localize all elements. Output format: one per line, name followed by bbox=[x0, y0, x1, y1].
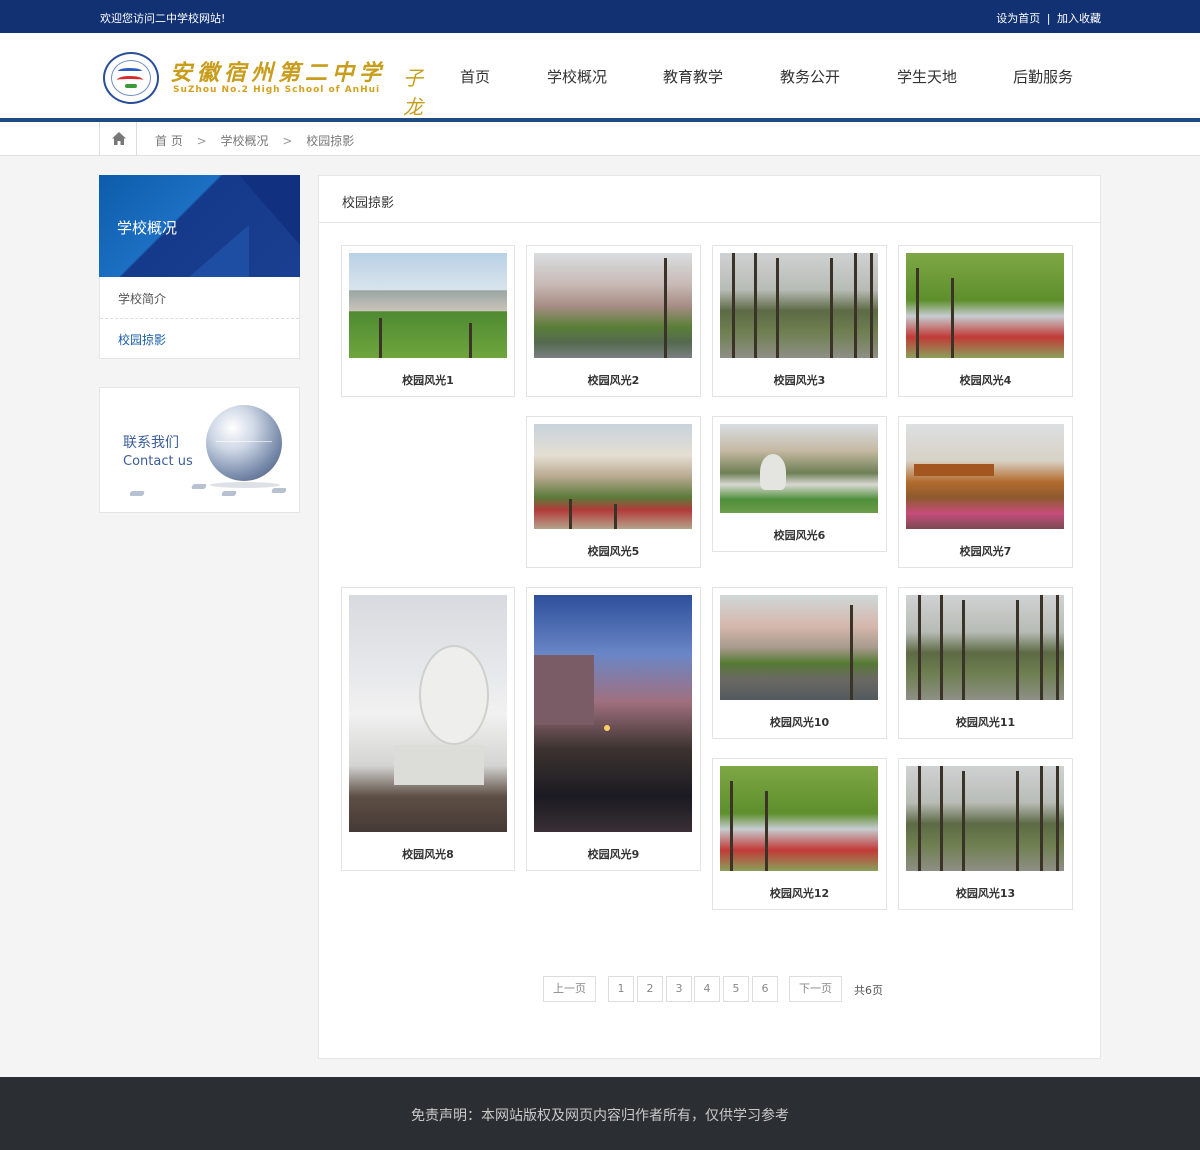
gallery-photo bbox=[349, 595, 507, 832]
gallery-caption: 校园风光7 bbox=[959, 545, 1012, 558]
gallery-photo bbox=[349, 253, 507, 358]
footer-disclaimer: 免责声明：本网站版权及网页内容归作者所有，仅供学习参考 bbox=[411, 1108, 789, 1124]
gallery-caption: 校园风光6 bbox=[773, 529, 826, 542]
gallery-caption: 校园风光13 bbox=[955, 887, 1016, 900]
contact-label-en: Contact us bbox=[123, 454, 193, 469]
home-icon bbox=[112, 132, 126, 145]
breadcrumb-overview[interactable]: 学校概况 bbox=[221, 134, 269, 148]
sidebar-item-campus-photos[interactable]: 校园掠影 bbox=[118, 331, 166, 348]
gallery-caption: 校园风光5 bbox=[587, 545, 640, 558]
nav-item-home[interactable]: 首页 bbox=[460, 66, 490, 87]
gallery-caption: 校园风光3 bbox=[773, 374, 826, 387]
page-total: 共6页 bbox=[854, 984, 883, 997]
top-links: 设为首页 | 加入收藏 bbox=[996, 10, 1101, 26]
sidebar-menu: 学校简介 校园掠影 bbox=[99, 277, 300, 359]
add-favorite-link[interactable]: 加入收藏 bbox=[1057, 12, 1101, 25]
breadcrumb: 首 页 > 学校概况 > 校园掠影 bbox=[155, 132, 354, 149]
site-footer: 免责声明：本网站版权及网页内容归作者所有，仅供学习参考 bbox=[0, 1077, 1200, 1150]
breadcrumb-current[interactable]: 校园掠影 bbox=[306, 134, 354, 148]
gallery-caption: 校园风光1 bbox=[402, 374, 454, 387]
prev-page-button[interactable]: 上一页 bbox=[543, 976, 596, 1002]
gallery-photo bbox=[720, 595, 878, 700]
gallery-caption: 校园风光10 bbox=[769, 716, 830, 729]
gallery-item[interactable]: 校园风光13 bbox=[898, 758, 1073, 910]
contact-label-cn: 联系我们 bbox=[123, 435, 179, 451]
page-3-button[interactable]: 3 bbox=[666, 976, 692, 1002]
sidebar-divider bbox=[100, 318, 299, 319]
breadcrumb-separator: > bbox=[282, 134, 293, 148]
gallery-photo bbox=[720, 424, 878, 513]
gallery-item[interactable]: 校园风光11 bbox=[898, 587, 1073, 739]
gallery-item[interactable]: 校园风光8 bbox=[341, 587, 515, 871]
top-bar: 欢迎您访问二中学校网站! 设为首页 | 加入收藏 bbox=[0, 0, 1200, 33]
contact-us-banner[interactable]: 联系我们 Contact us bbox=[99, 387, 300, 513]
page-2-button[interactable]: 2 bbox=[637, 976, 663, 1002]
panel-title-divider bbox=[319, 222, 1100, 223]
gallery-photo bbox=[534, 424, 692, 529]
gallery-caption: 校园风光8 bbox=[402, 848, 454, 861]
gallery-item[interactable]: 校园风光4 bbox=[898, 245, 1073, 397]
top-links-separator: | bbox=[1046, 12, 1051, 25]
welcome-text: 欢迎您访问二中学校网站! bbox=[100, 12, 226, 25]
nav-item-logistics[interactable]: 后勤服务 bbox=[1013, 66, 1073, 87]
page-4-button[interactable]: 4 bbox=[694, 976, 720, 1002]
calligraphy-signature: 子龙 bbox=[403, 66, 423, 119]
gallery-photo bbox=[534, 595, 692, 832]
gallery-item[interactable]: 校园风光1 bbox=[341, 245, 515, 397]
gallery-photo bbox=[534, 253, 692, 358]
gallery-item[interactable]: 校园风光5 bbox=[526, 416, 701, 568]
sidebar-header: 学校概况 bbox=[99, 175, 300, 277]
set-home-link[interactable]: 设为首页 bbox=[996, 12, 1040, 25]
breadcrumb-home-button[interactable] bbox=[99, 122, 137, 156]
gallery-item[interactable]: 校园风光10 bbox=[712, 587, 887, 739]
gallery-photo bbox=[906, 253, 1064, 358]
gallery-photo bbox=[906, 424, 1064, 529]
gallery-item[interactable]: 校园风光9 bbox=[526, 587, 701, 871]
gallery-photo bbox=[906, 595, 1064, 700]
site-header: 安徽宿州第二中学 SuZhou No.2 High School of AnHu… bbox=[0, 33, 1200, 120]
nav-item-overview[interactable]: 学校概况 bbox=[547, 66, 607, 87]
gallery-photo bbox=[720, 253, 878, 358]
sidebar-title: 学校概况 bbox=[117, 219, 178, 237]
school-name-en: SuZhou No.2 High School of AnHui bbox=[173, 85, 381, 95]
next-page-button[interactable]: 下一页 bbox=[789, 976, 842, 1002]
page-5-button[interactable]: 5 bbox=[723, 976, 749, 1002]
gallery-caption: 校园风光9 bbox=[587, 848, 640, 861]
page-6-button[interactable]: 6 bbox=[752, 976, 778, 1002]
globe-icon bbox=[206, 405, 282, 481]
gallery-caption: 校园风光11 bbox=[955, 716, 1016, 729]
page-1-button[interactable]: 1 bbox=[608, 976, 634, 1002]
nav-item-students[interactable]: 学生天地 bbox=[897, 66, 957, 87]
gallery-item[interactable]: 校园风光2 bbox=[526, 245, 701, 397]
gallery-caption: 校园风光12 bbox=[769, 887, 830, 900]
panel-title: 校园掠影 bbox=[342, 196, 395, 211]
breadcrumb-home[interactable]: 首 页 bbox=[155, 134, 183, 148]
breadcrumb-separator: > bbox=[196, 134, 207, 148]
gallery-photo bbox=[906, 766, 1064, 871]
gallery-item[interactable]: 校园风光12 bbox=[712, 758, 887, 910]
breadcrumb-bar: 首 页 > 学校概况 > 校园掠影 bbox=[0, 122, 1200, 156]
gallery-caption: 校园风光2 bbox=[587, 374, 640, 387]
school-emblem-icon bbox=[103, 52, 159, 104]
gallery-item[interactable]: 校园风光3 bbox=[712, 245, 887, 397]
gallery-item[interactable]: 校园风光7 bbox=[898, 416, 1073, 568]
gallery-caption: 校园风光4 bbox=[959, 374, 1012, 387]
nav-item-affairs[interactable]: 教务公开 bbox=[780, 66, 840, 87]
gallery-photo bbox=[720, 766, 878, 871]
school-logo[interactable]: 安徽宿州第二中学 SuZhou No.2 High School of AnHu… bbox=[103, 50, 433, 119]
school-name-cn: 安徽宿州第二中学 bbox=[170, 60, 387, 86]
sidebar-item-intro[interactable]: 学校简介 bbox=[118, 290, 166, 307]
nav-item-teaching[interactable]: 教育教学 bbox=[663, 66, 723, 87]
gallery-item[interactable]: 校园风光6 bbox=[712, 416, 887, 552]
